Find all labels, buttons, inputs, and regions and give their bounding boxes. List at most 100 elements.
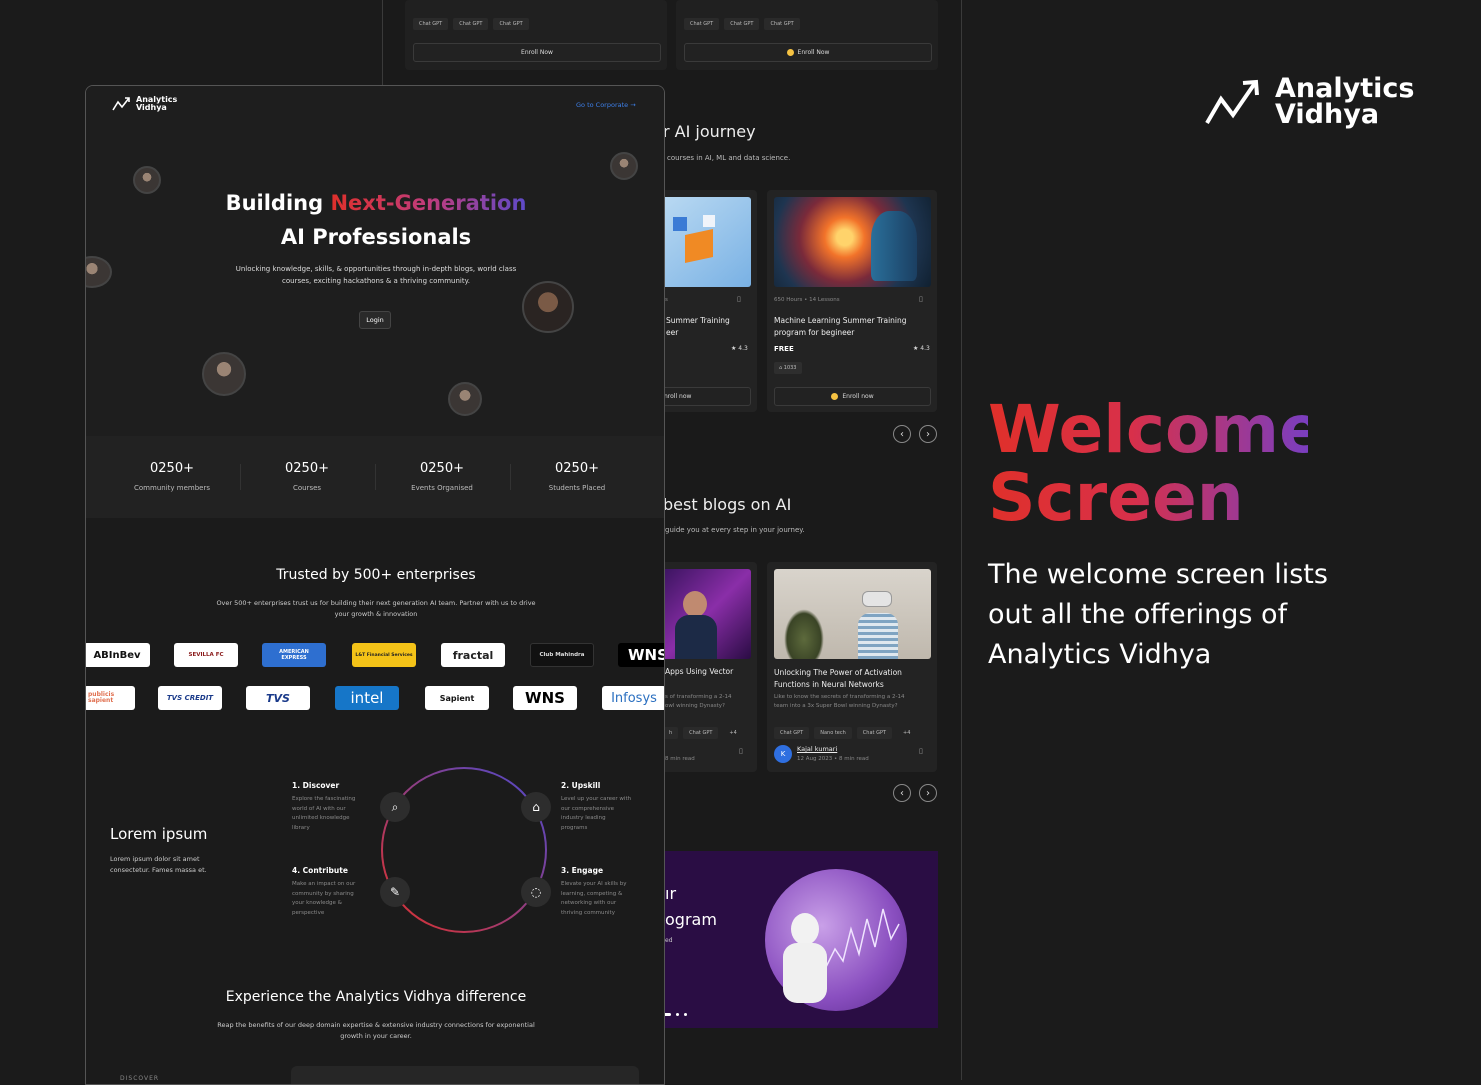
engage-icon[interactable]: ◌ bbox=[521, 877, 551, 907]
avatar bbox=[610, 152, 638, 180]
coin-icon bbox=[831, 393, 839, 400]
analytics-logo-icon bbox=[112, 97, 130, 111]
brand-logo: Analytics Vidhya bbox=[1205, 75, 1414, 128]
blogs-title: best blogs on AI bbox=[663, 495, 792, 514]
logo-abinbev: ABInBev bbox=[86, 643, 150, 667]
bookmark-icon[interactable]: ▯ bbox=[919, 295, 923, 303]
journey-title: r AI journey bbox=[663, 122, 756, 141]
tag: +4 bbox=[903, 730, 911, 736]
lorem-description: Lorem ipsum dolor sit amet consectetur. F… bbox=[110, 855, 207, 874]
author-name[interactable]: Kajal kumari bbox=[797, 745, 837, 753]
lorem-title: Lorem ipsum bbox=[110, 825, 208, 843]
course-title: Summer Training eer bbox=[666, 316, 730, 337]
bookmark-icon[interactable]: ▯ bbox=[737, 295, 741, 303]
slider-dots[interactable] bbox=[663, 1013, 687, 1016]
logo-sevilla: SEVILLA FC bbox=[174, 643, 238, 667]
tag: Chat GPT bbox=[413, 18, 449, 30]
site-logo[interactable]: Analytics Vidhya bbox=[112, 96, 177, 112]
logo-wns-2: WNS bbox=[513, 686, 577, 710]
blog-tags: h Chat GPT +4 bbox=[663, 719, 748, 739]
bookmark-icon[interactable]: ▯ bbox=[919, 747, 923, 755]
enroll-now-button[interactable]: Enroll Now bbox=[684, 43, 932, 62]
hero-description: Unlocking knowledge, skills, & opportuni… bbox=[235, 265, 517, 285]
tag: Chat GPT bbox=[774, 727, 810, 739]
blogs-subtitle: guide you at every step in your journey. bbox=[665, 526, 805, 534]
course-card-partial: s ▯ Summer Training eer ★ 4.3 nroll now bbox=[663, 190, 757, 412]
banner-text: ır ogram bbox=[665, 884, 717, 929]
tag: Chat GPT bbox=[493, 18, 529, 30]
logo-infosys: Infosys bbox=[602, 686, 664, 710]
course-meta: 650 Hours • 14 Lessons bbox=[774, 297, 840, 303]
tag: Chat GPT bbox=[684, 18, 720, 30]
step-discover: 1. Discover Explore the fascinating world… bbox=[292, 781, 356, 831]
enroll-now-button[interactable]: nroll now bbox=[663, 387, 751, 406]
logo-fractal: fractal bbox=[441, 643, 505, 667]
logo-tvscredit: TVS CREDIT bbox=[158, 686, 222, 710]
enroll-label: nroll now bbox=[664, 393, 692, 400]
step-engage: 3. Engage Elevate your AI skills by learn… bbox=[561, 866, 627, 916]
blog-title: Apps Using Vector bbox=[665, 667, 734, 676]
carousel-next-button[interactable]: › bbox=[919, 784, 937, 802]
blog-desc: Like to know the secrets of transforming… bbox=[774, 694, 905, 709]
enroll-now-button[interactable]: Enroll now bbox=[774, 387, 931, 406]
tag: Chat GPT bbox=[453, 18, 489, 30]
top-course-card-2: Chat GPT Chat GPT Chat GPT Enroll Now bbox=[676, 0, 938, 70]
course-rating: ★ 4.3 bbox=[913, 345, 930, 352]
logo-tvs: TVS bbox=[246, 686, 310, 710]
discover-panel bbox=[291, 1066, 639, 1084]
step-upskill: 2. Upskill Level up your career with our … bbox=[561, 781, 632, 831]
logo-clubmahindra: Club Mahindra bbox=[530, 643, 594, 667]
tag: Chat GPT bbox=[724, 18, 760, 30]
contribute-icon[interactable]: ✎ bbox=[380, 877, 410, 907]
course-price: FREE bbox=[774, 345, 794, 353]
course-card-ml: 650 Hours • 14 Lessons ▯ Machine Learnin… bbox=[767, 190, 937, 412]
stat-community: 0250+ Community members bbox=[134, 461, 210, 492]
logo-intel: intel bbox=[335, 686, 399, 710]
tag: +4 bbox=[729, 730, 737, 736]
carousel-prev-button[interactable]: ‹ bbox=[893, 784, 911, 802]
hero-title: Building Next-Generation AI Professional… bbox=[225, 191, 527, 249]
go-to-corporate-link[interactable]: Go to Corporate → bbox=[576, 101, 636, 109]
top-course-card-1: Chat GPT Chat GPT Chat GPT Enroll Now bbox=[405, 0, 667, 70]
logo-sapient: Sapient bbox=[425, 686, 489, 710]
trusted-title: Trusted by 500+ enterprises bbox=[276, 567, 476, 583]
journey-subtitle: courses in AI, ML and data science. bbox=[667, 154, 791, 162]
enroll-label: Enroll now bbox=[842, 393, 874, 400]
tag: Chat GPT bbox=[683, 727, 719, 739]
banner-subtext: ed bbox=[665, 937, 673, 944]
login-button[interactable]: Login bbox=[359, 311, 391, 329]
bookmark-icon[interactable]: ▯ bbox=[739, 747, 743, 755]
blog-card-partial: Apps Using Vector s of transforming a 2-… bbox=[663, 562, 757, 772]
learners-badge: ⌂ 1033 bbox=[774, 362, 802, 374]
course-title: Machine Learning Summer Training program … bbox=[774, 316, 907, 337]
analytics-logo-icon bbox=[1205, 79, 1259, 125]
logo-wns: WNS bbox=[618, 643, 664, 667]
blog-title: Unlocking The Power of Activation Functio… bbox=[774, 668, 902, 689]
course-thumbnail bbox=[774, 197, 931, 287]
welcome-title: Welcome Screen bbox=[988, 391, 1324, 536]
stat-students: 0250+ Students Placed bbox=[548, 461, 606, 492]
upskill-icon[interactable]: ⌂ bbox=[521, 792, 551, 822]
welcome-description: The welcome screen lists out all the offe… bbox=[988, 559, 1328, 670]
tag: Chat GPT bbox=[856, 727, 893, 739]
carousel-next-button[interactable]: › bbox=[919, 425, 937, 443]
blog-thumbnail bbox=[774, 569, 931, 659]
blog-thumbnail bbox=[663, 569, 751, 659]
tag: h bbox=[663, 727, 679, 739]
avatar bbox=[448, 382, 482, 416]
stat-courses: 0250+ Courses bbox=[285, 461, 329, 492]
enroll-now-button[interactable]: Enroll Now bbox=[413, 43, 661, 62]
read-time: 8 min read bbox=[665, 756, 695, 762]
enroll-label: Enroll Now bbox=[521, 49, 553, 56]
blog-desc: s of transforming a 2-14 owl winning Dyna… bbox=[665, 694, 732, 709]
carousel-prev-button[interactable]: ‹ bbox=[893, 425, 911, 443]
program-banner[interactable]: ır ogram ed bbox=[663, 851, 938, 1028]
blog-tags: Chat GPT Nano tech Chat GPT +4 bbox=[774, 719, 921, 739]
course-rating: ★ 4.3 bbox=[731, 345, 748, 352]
blog-card-activation: Unlocking The Power of Activation Functio… bbox=[767, 562, 937, 772]
journey-cycle-ring bbox=[381, 767, 547, 933]
discover-icon[interactable]: ⌕ bbox=[380, 792, 410, 822]
banner-image bbox=[765, 869, 907, 1011]
logo-publicis: publicis sapient bbox=[86, 686, 135, 710]
coin-icon bbox=[786, 49, 794, 56]
